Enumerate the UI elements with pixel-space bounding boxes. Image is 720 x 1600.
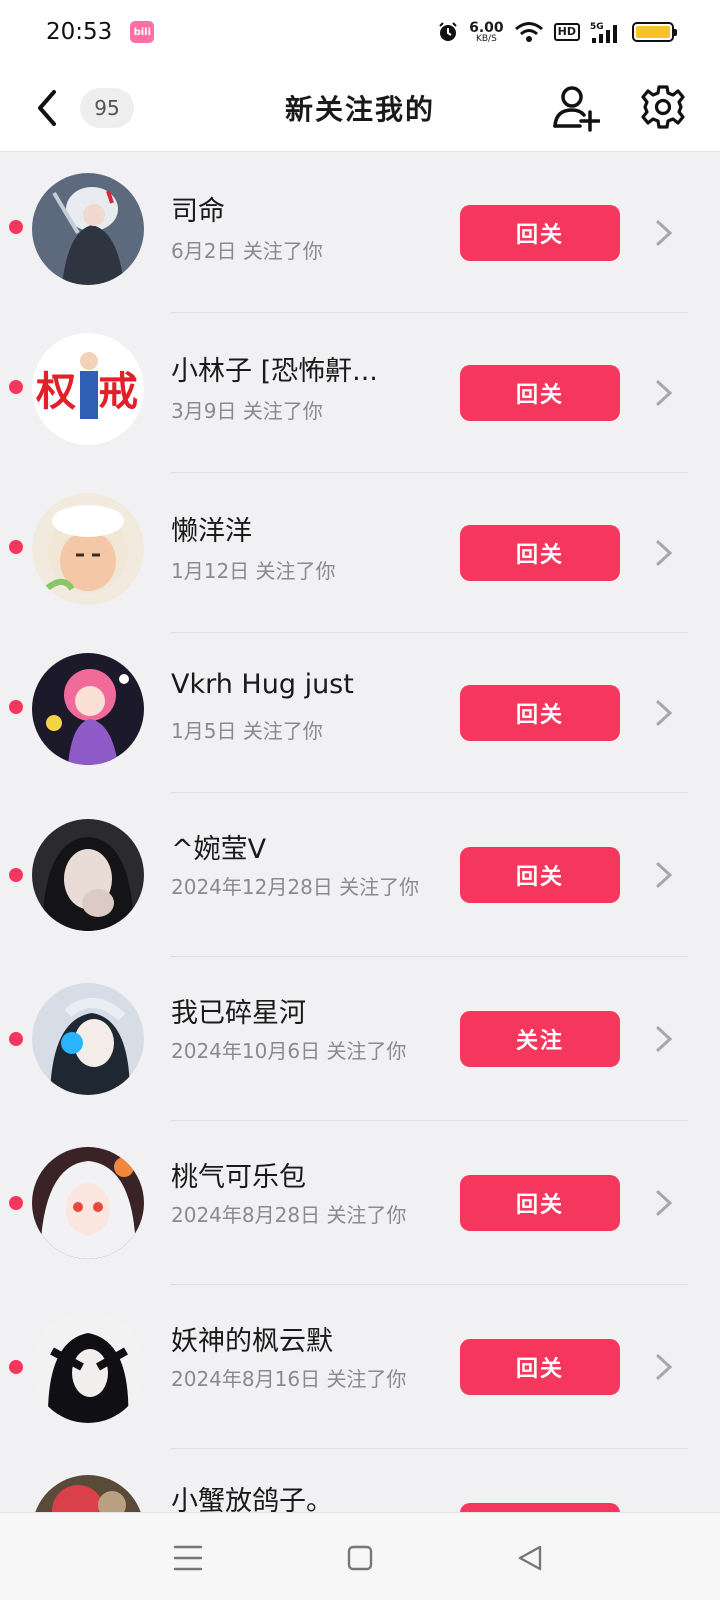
follow-action-text: 关注了你 [242,399,323,423]
avatar[interactable] [32,1147,144,1259]
svg-text:5G: 5G [590,22,604,32]
list-item[interactable]: ^婉莹V 2024年12月28日 关注了你 回关 [0,793,720,957]
follow-info: 2024年12月28日 关注了你 [171,871,421,904]
follow-action-text: 关注了你 [255,559,336,583]
chevron-right-icon[interactable] [652,1352,676,1382]
unread-dot [9,540,23,554]
follow-info: 2024年8月28日 关注了你 [171,1199,421,1232]
square-home-icon[interactable] [343,1541,377,1575]
follower-list: 司命 6月2日 关注了你 回关 权 戒 小林子 [恐怖鼾... 3月9日 关注了… [0,153,720,1513]
chevron-right-icon[interactable] [652,378,676,408]
follow-info: 6月2日 关注了你 [171,235,421,268]
unread-dot [9,380,23,394]
follow-back-button[interactable]: 回关 [460,685,620,741]
follow-date: 1月5日 [171,719,237,743]
avatar[interactable] [32,983,144,1095]
unread-dot [9,868,23,882]
list-item[interactable]: 司命 6月2日 关注了你 回关 [0,153,720,313]
avatar[interactable] [32,493,144,605]
follow-info: 2024年8月16日 关注了你 [171,1363,421,1396]
add-user-icon[interactable] [552,84,600,132]
follow-action-text: 关注了你 [242,719,323,743]
page-title: 新关注我的 [284,93,435,126]
follow-back-button[interactable]: 回关 [460,847,620,903]
triangle-back-icon[interactable] [514,1541,548,1575]
screen: 20:53 bili 6.00 KB/S HD 5G 95 新关注我的 司命 6… [0,0,720,1600]
avatar[interactable] [32,653,144,765]
follow-action-text: 关注了你 [339,875,420,899]
follow-action-text: 关注了你 [326,1039,407,1063]
list-item[interactable]: Vkrh Hug just 1月5日 关注了你 回关 [0,633,720,793]
follow-button[interactable]: 关注 [460,1011,620,1067]
list-item[interactable]: 权 戒 小林子 [恐怖鼾... 3月9日 关注了你 回关 [0,313,720,473]
follow-action-text: 关注了你 [242,239,323,263]
chevron-right-icon[interactable] [652,218,676,248]
status-icons: 6.00 KB/S HD 5G [437,19,677,44]
follow-back-button[interactable]: 回关 [460,525,620,581]
follower-name: 懒洋洋 [171,516,252,547]
follow-date: 3月9日 [171,399,237,423]
alarm-icon [439,22,457,41]
follow-date: 6月2日 [171,239,237,263]
header: 95 新关注我的 [0,64,720,152]
follower-name: 小林子 [恐怖鼾... [171,356,378,387]
follow-back-button[interactable]: 回关 [460,1339,620,1395]
unread-dot [9,1196,23,1210]
chevron-right-icon[interactable] [652,1188,676,1218]
list-item[interactable]: 我已碎星河 2024年10月6日 关注了你 关注 [0,957,720,1121]
menu-icon[interactable] [171,1541,205,1575]
unread-dot [9,1032,23,1046]
follow-date: 2024年10月6日 [171,1039,321,1063]
follower-name: 司命 [171,196,225,227]
follow-date: 1月12日 [171,559,250,583]
unread-dot [9,700,23,714]
follower-name: 小蟹放鸽子。 [171,1486,333,1513]
status-time: 20:53 [46,19,113,45]
system-nav-bar [0,1512,720,1600]
unread-dot [9,1360,23,1374]
follow-action-text: 关注了你 [326,1367,407,1391]
avatar[interactable] [32,1311,144,1423]
follow-back-button[interactable]: 回关 [460,365,620,421]
list-item[interactable]: 小蟹放鸽子。 回关 [0,1449,720,1513]
follow-info: 1月12日 关注了你 [171,555,421,588]
avatar[interactable] [32,1475,144,1513]
avatar[interactable]: 权 戒 [32,333,144,445]
follow-date: 2024年12月28日 [171,875,333,899]
chevron-right-icon[interactable] [652,860,676,890]
follow-date: 2024年8月28日 [171,1203,321,1227]
follower-name: 桃气可乐包 [171,1162,306,1193]
follower-name: 我已碎星河 [171,998,306,1029]
avatar[interactable] [32,173,144,285]
follow-back-button[interactable]: 回关 [460,1175,620,1231]
signal-5g-icon: 5G [590,22,617,43]
follower-name: Vkrh Hug just [171,669,354,700]
follow-info: 1月5日 关注了你 [171,715,421,748]
follow-back-button[interactable]: 回关 [460,205,620,261]
follow-action-text: 关注了你 [326,1203,407,1227]
hd-icon: HD [553,23,580,41]
follow-info: 3月9日 关注了你 [171,395,421,428]
list-item[interactable]: 懒洋洋 1月12日 关注了你 回关 [0,473,720,633]
svg-text:戒: 戒 [98,369,138,415]
list-item[interactable]: 桃气可乐包 2024年8月28日 关注了你 回关 [0,1121,720,1285]
status-bar: 20:53 bili 6.00 KB/S HD 5G [0,0,720,64]
network-speed: 6.00 KB/S [469,19,504,44]
avatar[interactable] [32,819,144,931]
unread-dot [9,220,23,234]
follower-name: ^婉莹V [171,834,267,865]
gear-icon[interactable] [640,84,686,130]
follow-info: 2024年10月6日 关注了你 [171,1035,421,1068]
list-item[interactable]: 妖神的枫云默 2024年8月16日 关注了你 回关 [0,1285,720,1449]
wifi-icon [514,22,543,42]
bilibili-app-icon: bili [130,21,155,43]
follower-name: 妖神的枫云默 [171,1326,333,1357]
battery-icon [632,22,677,42]
chevron-right-icon[interactable] [652,698,676,728]
chevron-right-icon[interactable] [652,538,676,568]
svg-text:权: 权 [35,369,76,415]
chevron-right-icon[interactable] [652,1024,676,1054]
follow-date: 2024年8月16日 [171,1367,321,1391]
